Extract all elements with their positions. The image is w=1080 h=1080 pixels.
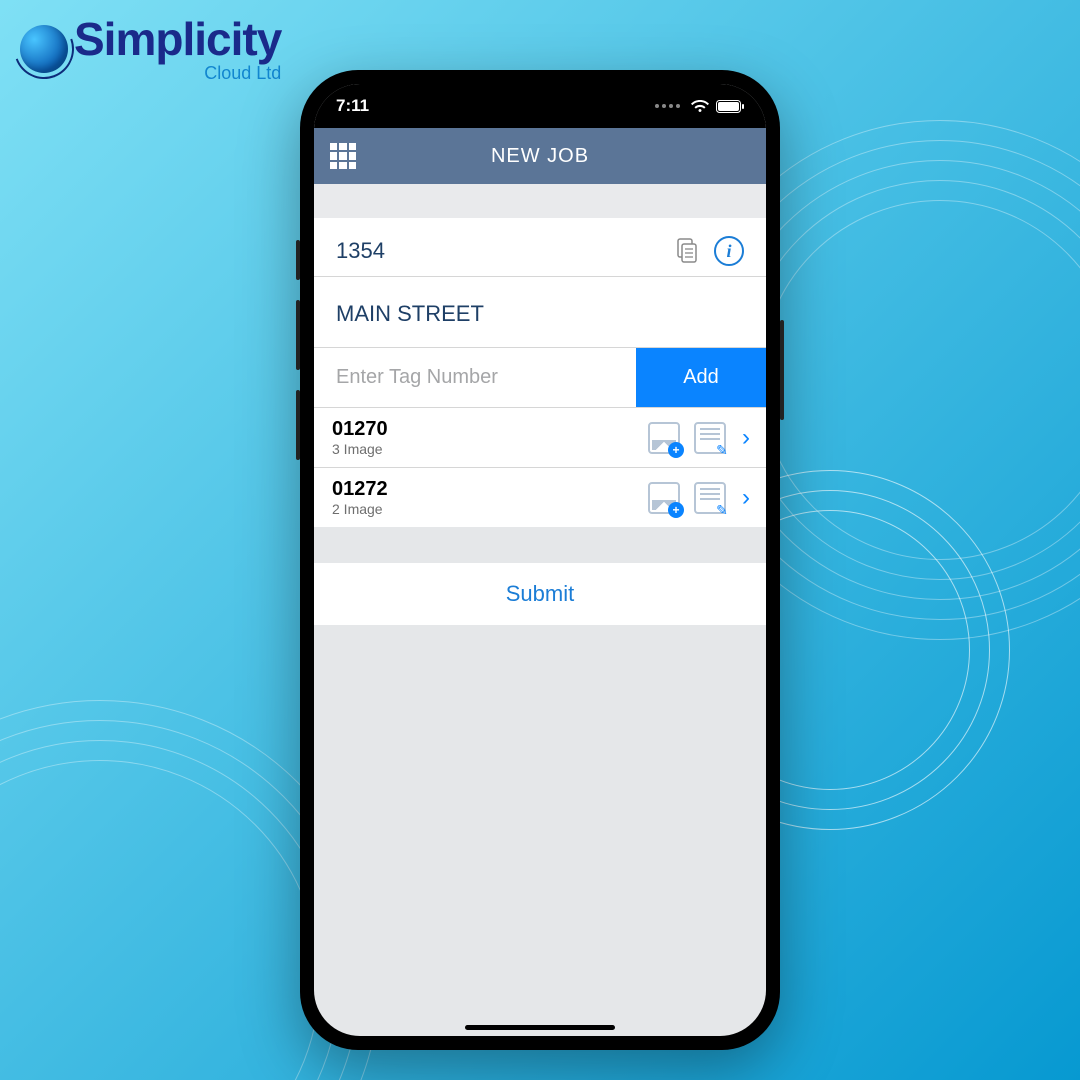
add-image-icon[interactable]: +: [646, 420, 682, 456]
battery-icon: [716, 100, 744, 113]
page-title: NEW JOB: [491, 145, 589, 168]
brand-subtitle: Cloud Ltd: [204, 64, 281, 82]
job-number-row: 1354 i: [314, 218, 766, 277]
street-name: MAIN STREET: [336, 301, 744, 327]
chevron-right-icon[interactable]: ›: [738, 484, 754, 512]
promo-background: Simplicity Cloud Ltd 7:11: [0, 0, 1080, 1080]
device-side-button: [780, 320, 784, 420]
status-time: 7:11: [336, 96, 369, 116]
tag-number: 01272: [332, 478, 646, 501]
tag-subtitle: 2 Image: [332, 501, 646, 517]
device-side-button: [296, 240, 300, 280]
info-icon[interactable]: i: [714, 236, 744, 266]
brand-name: Simplicity: [74, 16, 281, 62]
tag-number: 01270: [332, 418, 646, 441]
submit-button[interactable]: Submit: [506, 581, 574, 607]
submit-row: Submit: [314, 563, 766, 625]
add-button[interactable]: Add: [636, 348, 766, 407]
cellular-dots-icon: [655, 104, 680, 108]
copy-icon[interactable]: [672, 236, 702, 266]
tag-subtitle: 3 Image: [332, 441, 646, 457]
job-card: 1354 i MAIN STREET Add 01270 3 Ima: [314, 218, 766, 527]
home-indicator: [465, 1025, 615, 1030]
brand-ring-icon: [4, 9, 84, 89]
add-image-icon[interactable]: +: [646, 480, 682, 516]
brand-logo: Simplicity Cloud Ltd: [20, 16, 281, 82]
add-tag-row: Add: [314, 347, 766, 407]
edit-note-icon[interactable]: ✎: [692, 420, 728, 456]
tag-list-item[interactable]: 01272 2 Image + ✎ ›: [314, 467, 766, 527]
edit-note-icon[interactable]: ✎: [692, 480, 728, 516]
device-frame: 7:11 NEW JOB: [300, 70, 780, 1050]
section-gap: [314, 184, 766, 218]
device-side-button: [296, 390, 300, 460]
device-screen: 7:11 NEW JOB: [314, 84, 766, 1036]
device-notch: [445, 84, 635, 114]
wifi-icon: [690, 99, 710, 113]
tag-number-input[interactable]: [314, 348, 636, 407]
menu-grid-icon[interactable]: [330, 143, 356, 169]
chevron-right-icon[interactable]: ›: [738, 424, 754, 452]
brand-globe-icon: [20, 25, 68, 73]
job-number: 1354: [336, 238, 660, 264]
tag-list-item[interactable]: 01270 3 Image + ✎ ›: [314, 407, 766, 467]
street-block: MAIN STREET: [314, 277, 766, 347]
app-header: NEW JOB: [314, 128, 766, 184]
device-side-button: [296, 300, 300, 370]
